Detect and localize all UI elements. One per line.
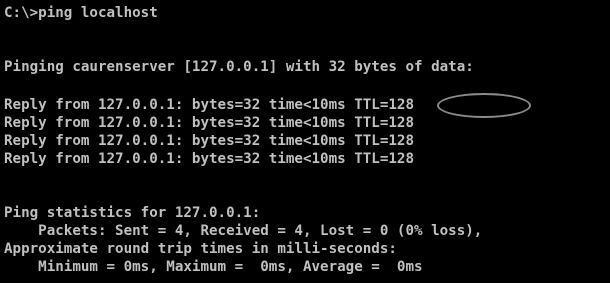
prompt-command-line: C:\>ping localhost <box>4 5 158 21</box>
reply-line-3: Reply from 127.0.0.1: bytes=32 time<10ms… <box>4 133 414 149</box>
reply-line-1: Reply from 127.0.0.1: bytes=32 time<10ms… <box>4 97 414 113</box>
packets-summary-line: Packets: Sent = 4, Received = 4, Lost = … <box>4 223 483 239</box>
round-trip-heading: Approximate round trip times in milli-se… <box>4 241 397 257</box>
ttl-highlight-circle <box>437 93 531 118</box>
reply-line-2: Reply from 127.0.0.1: bytes=32 time<10ms… <box>4 115 414 131</box>
reply-line-4: Reply from 127.0.0.1: bytes=32 time<10ms… <box>4 151 414 167</box>
pinging-header-line: Pinging caurenserver [127.0.0.1] with 32… <box>4 59 474 75</box>
command-prompt-window[interactable]: C:\>ping localhost Pinging caurenserver … <box>0 0 610 283</box>
ping-statistics-heading: Ping statistics for 127.0.0.1: <box>4 205 261 221</box>
round-trip-times-line: Minimum = 0ms, Maximum = 0ms, Average = … <box>4 259 423 275</box>
